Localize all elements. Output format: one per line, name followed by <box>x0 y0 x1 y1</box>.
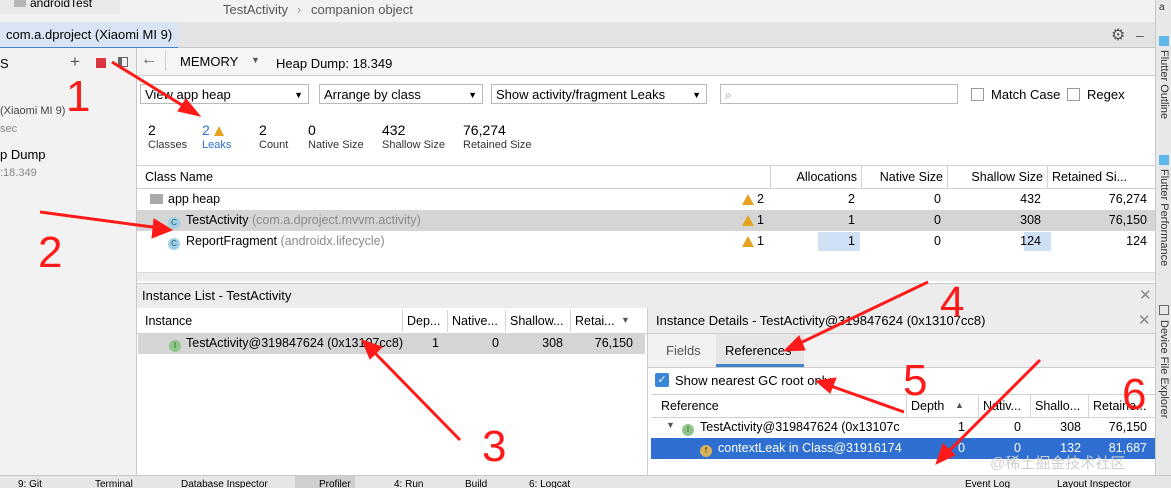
arrow-3 <box>370 348 462 442</box>
annotation-arrows <box>39 60 1042 465</box>
arrowhead-1 <box>177 98 202 117</box>
annotation-2: 2 <box>38 228 63 277</box>
arrow-5 <box>827 383 905 414</box>
annotation-5: 5 <box>903 356 928 405</box>
arrow-2 <box>39 210 161 230</box>
annotation-1: 1 <box>66 72 91 121</box>
arrowhead-2 <box>151 218 174 239</box>
arrow-4 <box>795 280 929 347</box>
arrow-1 <box>111 60 191 112</box>
annotation-4: 4 <box>940 278 965 327</box>
arrowhead-5 <box>814 377 837 394</box>
annotation-6: 6 <box>1122 370 1147 419</box>
arrowhead-4 <box>782 335 806 352</box>
arrow-6 <box>943 358 1042 457</box>
annotation-3: 3 <box>482 422 507 471</box>
